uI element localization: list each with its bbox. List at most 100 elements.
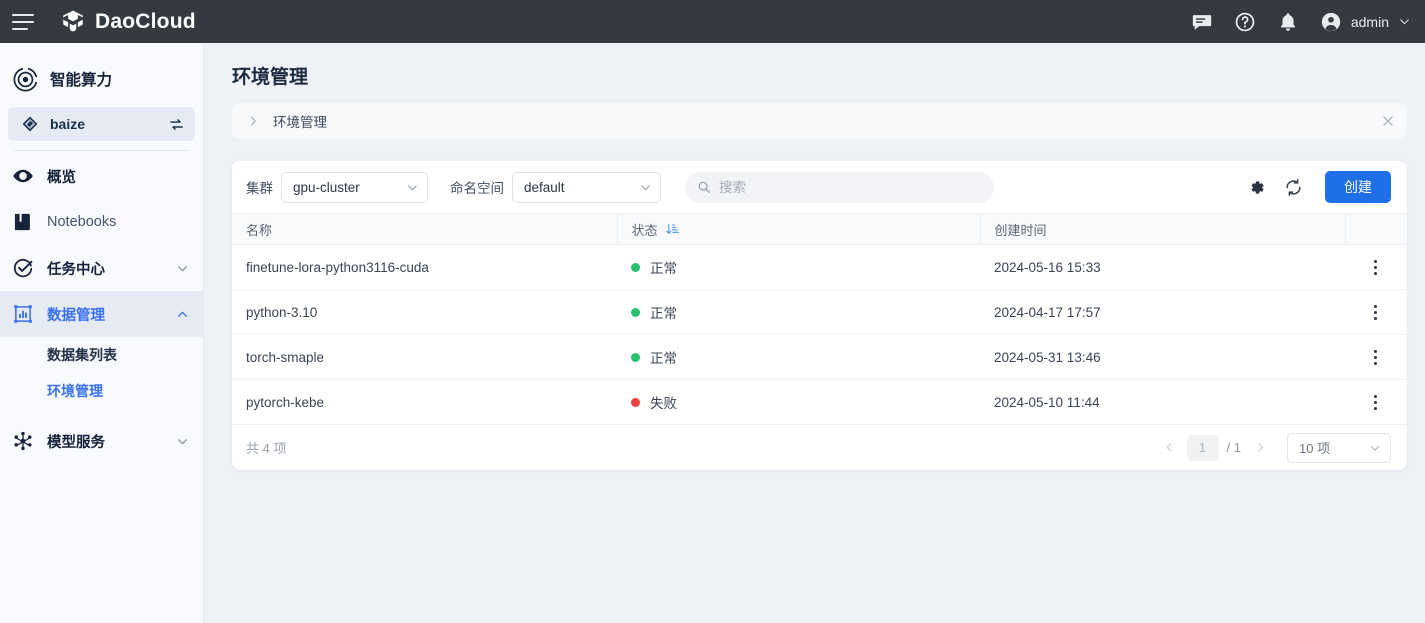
status-dot <box>631 263 640 272</box>
ai-compute-icon <box>12 66 39 93</box>
sidebar-subitem-dataset-list[interactable]: 数据集列表 <box>0 337 203 373</box>
chevron-up-icon <box>176 308 189 321</box>
product-header: 智能算力 <box>0 55 203 103</box>
close-icon[interactable] <box>1381 114 1395 128</box>
gear-icon[interactable] <box>1247 178 1266 197</box>
search-input[interactable] <box>719 180 982 195</box>
sidebar: 智能算力 baize 概览 <box>0 43 204 623</box>
cell-actions <box>1345 335 1407 380</box>
namespace-select[interactable]: default <box>512 172 661 203</box>
next-page-button[interactable] <box>1247 435 1273 461</box>
help-icon[interactable] <box>1234 11 1256 33</box>
chevron-down-icon <box>1369 442 1381 454</box>
avatar-icon <box>1320 11 1342 33</box>
sidebar-cluster-switcher[interactable]: baize <box>8 107 195 141</box>
sidebar-item-label: 模型服务 <box>47 431 176 452</box>
breadcrumb-item[interactable]: 环境管理 <box>273 111 327 131</box>
sidebar-item-label: 数据管理 <box>47 304 176 325</box>
table-row[interactable]: python-3.10 正常 2024-04-17 17:57 <box>232 290 1407 335</box>
chat-icon[interactable] <box>1191 11 1213 33</box>
cluster-filter-label: 集群 <box>246 177 273 197</box>
chevron-down-icon <box>406 181 419 194</box>
cell-name: torch-smaple <box>232 335 617 380</box>
kebab-menu-icon[interactable] <box>1365 305 1385 320</box>
sidebar-item-label: 任务中心 <box>47 258 176 279</box>
chevron-left-icon <box>1164 442 1175 453</box>
sidebar-item-overview[interactable]: 概览 <box>0 153 203 199</box>
sidebar-item-label: 概览 <box>47 166 189 187</box>
chevron-right-icon[interactable] <box>246 114 260 128</box>
sidebar-subitem-label: 数据集列表 <box>47 345 117 365</box>
column-header-label: 名称 <box>246 220 272 239</box>
create-button[interactable]: 创建 <box>1325 171 1391 203</box>
table-body: finetune-lora-python3116-cuda 正常 2024-05… <box>232 245 1407 425</box>
status-label: 正常 <box>650 347 677 367</box>
brand-name: DaoCloud <box>95 10 196 34</box>
sidebar-cluster-name: baize <box>50 116 168 132</box>
table-head: 名称 状态 <box>232 214 1407 245</box>
sidebar-item-task-center[interactable]: 任务中心 <box>0 245 203 291</box>
hamburger-icon[interactable] <box>12 14 34 30</box>
user-menu[interactable]: admin <box>1320 11 1411 33</box>
chevron-right-icon <box>1255 442 1266 453</box>
search-icon <box>697 180 711 194</box>
sidebar-subitem-environment-management[interactable]: 环境管理 <box>0 373 203 409</box>
topbar-actions: admin <box>1191 0 1411 43</box>
sidebar-item-notebooks[interactable]: Notebooks <box>0 199 203 245</box>
task-check-icon <box>12 257 34 279</box>
search-box[interactable] <box>685 172 994 203</box>
current-page-input[interactable]: 1 <box>1187 435 1219 461</box>
cluster-select[interactable]: gpu-cluster <box>281 172 428 203</box>
bell-icon[interactable] <box>1277 11 1299 33</box>
cell-name: python-3.10 <box>232 290 617 335</box>
page-title: 环境管理 <box>204 43 1425 89</box>
cluster-select-value: gpu-cluster <box>293 180 360 195</box>
namespace-filter-label: 命名空间 <box>450 177 504 197</box>
cell-created-time: 2024-05-31 13:46 <box>980 335 1345 380</box>
kebab-menu-icon[interactable] <box>1365 395 1385 410</box>
sidebar-item-data-management[interactable]: 数据管理 <box>0 291 203 337</box>
sidebar-item-label: Notebooks <box>47 214 189 230</box>
environments-card: 集群 gpu-cluster 命名空间 default <box>232 161 1407 470</box>
column-header-status[interactable]: 状态 <box>617 214 980 245</box>
total-count-label: 共 4 项 <box>246 438 286 457</box>
model-nodes-icon <box>12 430 34 452</box>
sidebar-item-model-service[interactable]: 模型服务 <box>0 418 203 464</box>
cell-actions <box>1345 245 1407 290</box>
table-row[interactable]: torch-smaple 正常 2024-05-31 13:46 <box>232 335 1407 380</box>
user-name: admin <box>1351 14 1389 30</box>
page-size-select[interactable]: 10 项 <box>1287 433 1391 463</box>
status-label: 正常 <box>650 257 677 277</box>
app-root: DaoCloud <box>0 0 1425 623</box>
page-total-label: / 1 <box>1227 440 1241 455</box>
sort-ascending-icon[interactable] <box>665 222 679 236</box>
cell-name: pytorch-kebe <box>232 380 617 425</box>
sidebar-divider <box>14 150 189 151</box>
cell-status: 失败 <box>617 380 980 425</box>
table-row[interactable]: pytorch-kebe 失败 2024-05-10 11:44 <box>232 380 1407 425</box>
daocloud-logo-icon <box>60 9 86 35</box>
brand-logo[interactable]: DaoCloud <box>60 9 196 35</box>
cell-created-time: 2024-05-16 15:33 <box>980 245 1345 290</box>
main-content: 环境管理 环境管理 集群 gpu-cluster 命名空间 default <box>204 43 1425 623</box>
breadcrumb: 环境管理 <box>232 103 1407 139</box>
product-name: 智能算力 <box>50 68 112 90</box>
table-toolbar: 集群 gpu-cluster 命名空间 default <box>232 161 1407 213</box>
table-row[interactable]: finetune-lora-python3116-cuda 正常 2024-05… <box>232 245 1407 290</box>
column-header-created-time[interactable]: 创建时间 <box>980 214 1345 245</box>
kebab-menu-icon[interactable] <box>1365 260 1385 275</box>
cell-actions <box>1345 290 1407 335</box>
cell-status: 正常 <box>617 245 980 290</box>
kebab-menu-icon[interactable] <box>1365 350 1385 365</box>
refresh-icon[interactable] <box>1284 178 1303 197</box>
column-header-label: 创建时间 <box>995 220 1047 239</box>
cell-created-time: 2024-05-10 11:44 <box>980 380 1345 425</box>
table-footer: 共 4 项 1 / 1 10 项 <box>232 425 1407 470</box>
status-label: 正常 <box>650 302 677 322</box>
column-header-name[interactable]: 名称 <box>232 214 617 245</box>
table-header-row: 名称 状态 <box>232 214 1407 245</box>
prev-page-button[interactable] <box>1157 435 1183 461</box>
pagination: 1 / 1 10 项 <box>1157 433 1391 463</box>
status-label: 失败 <box>650 392 677 412</box>
swap-icon[interactable] <box>168 116 185 133</box>
